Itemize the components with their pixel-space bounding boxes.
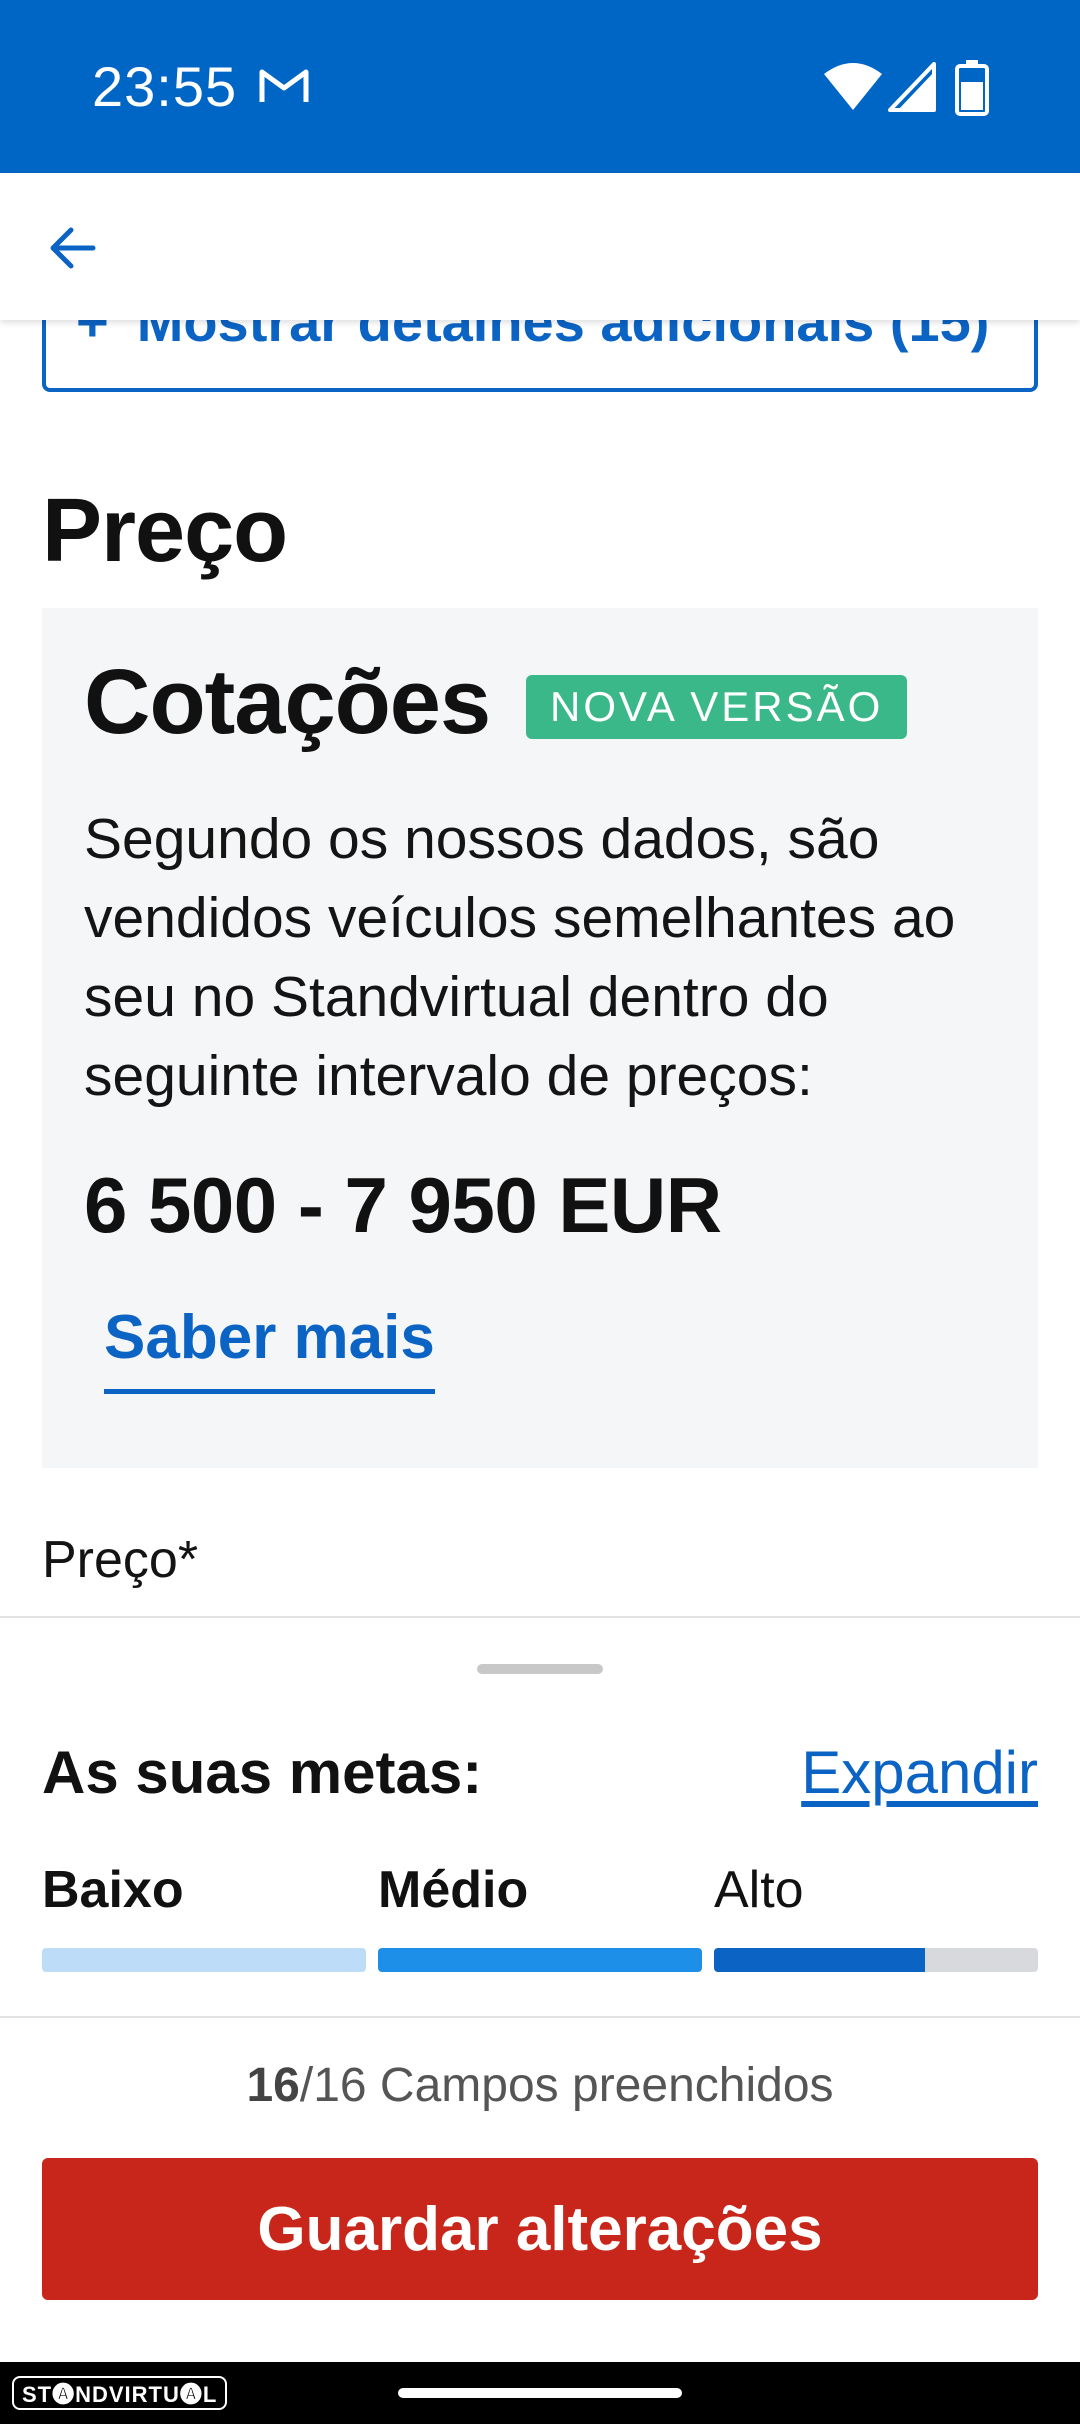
level-medium-label: Médio <box>378 1861 529 1919</box>
section-title: Preço <box>42 481 288 581</box>
show-details-label: Mostrar detalhes adicionais (15) <box>136 320 990 353</box>
system-nav-bar: ST🅐NDVIRTU🅐L <box>0 2362 1080 2424</box>
quotes-card: Cotações NOVA VERSÃO Segundo os nossos d… <box>42 608 1038 1468</box>
arrow-left-icon <box>50 227 96 269</box>
price-range: 6 500 - 7 950 EUR <box>84 1161 722 1249</box>
progress-bar-low <box>42 1948 366 1972</box>
fields-filled-text: /16 Campos preenchidos <box>299 2059 834 2112</box>
save-changes-button[interactable]: Guardar alterações <box>42 2158 1038 2300</box>
battery-icon <box>955 60 989 116</box>
progress-fill-medium <box>378 1948 702 1972</box>
status-time: 23:55 <box>92 55 238 118</box>
app-bar <box>0 173 1080 320</box>
progress-bar-medium <box>378 1948 702 1972</box>
fields-filled-counter: 16/16 Campos preenchidos <box>0 2058 1080 2113</box>
level-high-label: Alto <box>714 1861 804 1919</box>
new-version-badge: NOVA VERSÃO <box>526 675 908 739</box>
goals-panel: As suas metas: Expandir Baixo Médio Alto <box>0 1616 1080 2016</box>
level-low-label: Baixo <box>42 1861 184 1919</box>
expand-link[interactable]: Expandir <box>801 1738 1038 1807</box>
progress-bar-high <box>714 1948 1038 1972</box>
home-indicator[interactable] <box>398 2388 682 2398</box>
plus-icon: + <box>76 320 109 353</box>
quotes-description: Segundo os nossos dados, são vendidos ve… <box>84 807 956 1108</box>
wifi-icon <box>822 60 884 112</box>
goals-title: As suas metas: <box>42 1739 483 1806</box>
price-field-label: Preço* <box>42 1531 199 1589</box>
quotes-title: Cotações <box>84 651 491 753</box>
fields-filled-number: 16 <box>246 2059 300 2112</box>
gmail-icon <box>258 66 310 106</box>
footer: 16/16 Campos preenchidos Guardar alteraç… <box>0 2016 1080 2362</box>
back-button[interactable] <box>38 213 108 283</box>
cell-signal-icon <box>888 62 936 112</box>
status-bar: 23:55 <box>0 0 1080 173</box>
show-details-button[interactable]: + Mostrar detalhes adicionais (15) <box>42 320 1038 392</box>
form-content[interactable]: + Mostrar detalhes adicionais (15) Preço… <box>0 320 1080 1618</box>
progress-fill-high <box>714 1948 925 1972</box>
learn-more-link[interactable]: Saber mais <box>104 1302 435 1394</box>
drag-handle[interactable] <box>477 1664 603 1674</box>
standvirtual-watermark: ST🅐NDVIRTU🅐L <box>12 2376 228 2410</box>
progress-fill-low <box>42 1948 366 1972</box>
